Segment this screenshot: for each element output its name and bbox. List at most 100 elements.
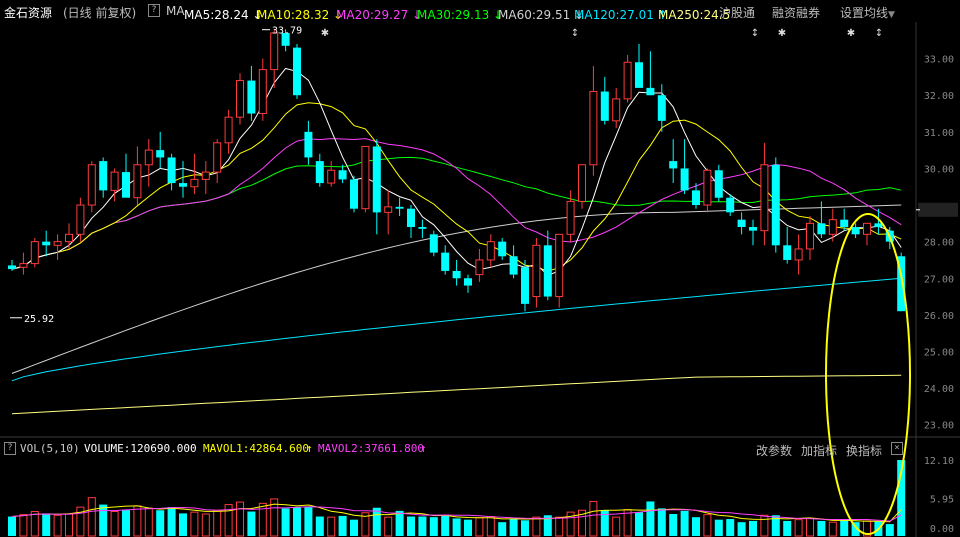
volume-bar	[384, 516, 393, 537]
volume-bar	[680, 510, 689, 536]
volume-bar	[726, 519, 735, 536]
price-axis-label: 26.00	[924, 311, 954, 322]
volume-bar	[589, 500, 598, 537]
add-indicator-button[interactable]: 加指标	[801, 442, 837, 459]
candle-body	[657, 95, 666, 121]
candle-body	[99, 161, 108, 191]
candle-body	[327, 169, 336, 184]
price-axis-label: 32.00	[924, 91, 954, 102]
candle-body	[270, 32, 279, 71]
event-marker-icon: ✱	[847, 28, 855, 39]
candle-body	[806, 222, 814, 250]
candle-body	[8, 265, 16, 270]
volume-bar	[122, 509, 130, 536]
volume-bar	[53, 514, 62, 537]
volume-bar	[110, 511, 119, 537]
high-annotation: 33.79	[272, 26, 302, 37]
volume-bar	[612, 516, 621, 537]
switch-indicator-button[interactable]: 换指标	[846, 442, 882, 459]
price-axis-label: 31.00	[924, 128, 954, 139]
volume-bar	[201, 513, 210, 537]
volume-bar	[817, 520, 826, 536]
candle-body	[817, 223, 826, 235]
candle-body	[543, 245, 552, 297]
candle-body	[566, 200, 575, 235]
candle-body	[179, 183, 187, 187]
volume-bar	[703, 514, 712, 537]
volume-bar	[338, 515, 347, 536]
volume-bar	[133, 505, 142, 537]
candle-body	[315, 161, 324, 184]
candle-body	[680, 168, 689, 191]
candle-body	[338, 170, 347, 180]
volume-bar	[327, 516, 336, 537]
candle-body	[350, 179, 358, 209]
volume-bar	[509, 518, 518, 536]
volume-bar	[714, 519, 723, 536]
ma120-line	[11, 277, 902, 382]
candle-body	[190, 178, 199, 188]
candle-body	[156, 150, 165, 158]
candle-body	[429, 234, 438, 253]
candle-body	[42, 241, 51, 246]
candle-body	[201, 171, 210, 180]
candle-body	[167, 157, 176, 184]
volume-bar	[395, 510, 404, 536]
mavol1-arrow: ↑	[306, 442, 313, 455]
vol-help-icon[interactable]: ?	[4, 442, 16, 455]
volume-bar	[190, 511, 199, 537]
candle-body	[532, 244, 541, 298]
candle-body	[521, 267, 529, 304]
volume-bar	[555, 516, 564, 537]
price-axis-label: 33.00	[924, 55, 954, 66]
vol-value: VOLUME:120690.000	[84, 442, 197, 455]
volume-axis-label: 5.95	[930, 495, 954, 506]
candle-body	[464, 278, 472, 286]
volume-bar	[99, 504, 108, 536]
volume-bar	[315, 516, 324, 536]
volume-bar	[418, 516, 427, 536]
candle-body	[794, 248, 803, 261]
volume-bar	[144, 507, 153, 537]
volume-bar	[794, 519, 803, 537]
volume-bar	[213, 509, 222, 537]
mavol2-value: MAVOL2:37661.800	[318, 442, 424, 455]
current-price-box	[918, 202, 958, 217]
price-axis-label: 23.00	[924, 421, 954, 432]
volume-bar	[8, 516, 16, 536]
candle-body	[122, 172, 130, 198]
candle-body	[578, 164, 586, 202]
candle-body	[372, 146, 381, 213]
price-axis-label: 27.00	[924, 274, 954, 285]
volume-bar	[247, 511, 256, 536]
volume-legend: ? VOL(5,10) VOLUME:120690.000 MAVOL1:428…	[0, 440, 960, 458]
volume-bar	[156, 510, 165, 536]
candle-body	[76, 204, 85, 235]
close-icon[interactable]: ×	[891, 442, 903, 455]
candle-body	[53, 241, 62, 246]
volume-bar	[657, 508, 666, 536]
event-marker-icon: ↕	[875, 28, 883, 39]
event-marker-icon: ↕	[571, 28, 579, 39]
volume-bar	[669, 514, 678, 536]
volume-bar	[87, 497, 96, 537]
candle-body	[749, 227, 757, 231]
candle-body	[635, 62, 643, 88]
candle-body	[361, 145, 370, 210]
candle-body	[236, 80, 244, 118]
volume-bar	[293, 507, 301, 536]
vol-title: VOL(5,10)	[20, 442, 80, 455]
volume-bar	[236, 501, 244, 537]
volume-bar	[521, 520, 529, 536]
price-axis-label: 24.00	[924, 384, 954, 395]
volume-bar	[692, 517, 700, 536]
volume-bar	[350, 519, 358, 536]
candle-body	[441, 252, 450, 271]
candle-body	[258, 69, 267, 115]
volume-bar	[532, 516, 541, 537]
mavol1-value: MAVOL1:42864.600	[203, 442, 309, 455]
change-params-button[interactable]: 改参数	[756, 442, 792, 459]
candle-body	[19, 263, 28, 268]
candle-body	[304, 131, 313, 158]
volume-bar	[167, 507, 176, 536]
